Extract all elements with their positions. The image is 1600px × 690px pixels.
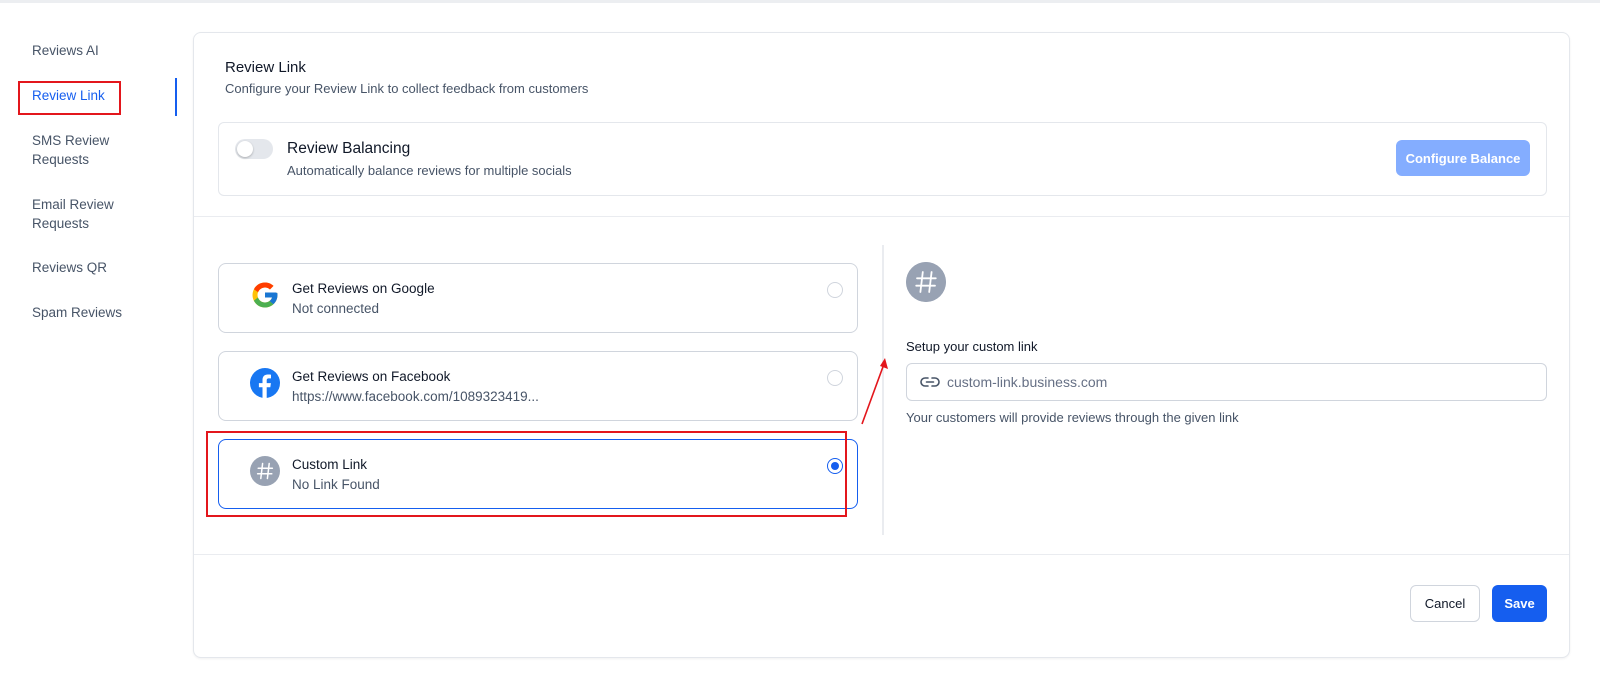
sidebar-item-reviews-ai[interactable]: Reviews AI [32,41,152,60]
option-custom-link-radio[interactable] [827,458,843,474]
custom-link-label: Setup your custom link [906,339,1038,354]
review-balancing-subtitle: Automatically balance reviews for multip… [287,163,572,178]
sidebar-active-indicator [175,78,177,116]
page-subtitle: Configure your Review Link to collect fe… [225,81,589,96]
option-custom-link[interactable]: Custom Link No Link Found [218,439,858,509]
column-divider [882,245,884,535]
option-subtitle: Not connected [292,301,380,316]
custom-link-input[interactable] [947,364,1537,400]
sidebar-item-reviews-qr[interactable]: Reviews QR [32,258,152,277]
review-balancing-toggle[interactable] [235,139,273,159]
google-icon [252,282,278,308]
custom-link-field [906,363,1547,401]
link-icon [920,377,940,387]
option-facebook[interactable]: Get Reviews on Facebook https://www.face… [218,351,858,421]
page-title: Review Link [225,59,306,76]
sidebar-item-email-review-requests[interactable]: Email Review Requests [32,195,127,233]
review-balancing-title: Review Balancing [287,140,411,157]
settings-sidebar: Reviews AI Review Link SMS Review Reques… [0,30,178,350]
sidebar-item-spam-reviews[interactable]: Spam Reviews [32,303,152,322]
hash-icon [906,262,946,302]
custom-link-help-text: Your customers will provide reviews thro… [906,410,1239,425]
toggle-knob [237,141,253,157]
sidebar-item-sms-review-requests[interactable]: SMS Review Requests [32,131,127,169]
review-link-card: Review Link Configure your Review Link t… [193,32,1570,658]
option-google[interactable]: Get Reviews on Google Not connected [218,263,858,333]
option-subtitle: https://www.facebook.com/1089323419... [292,389,539,404]
configure-balance-button[interactable]: Configure Balance [1396,140,1530,176]
option-title: Custom Link [292,457,368,472]
option-subtitle: No Link Found [292,477,380,492]
footer-divider [194,554,1569,555]
sidebar-item-review-link[interactable]: Review Link [32,86,152,105]
option-title: Get Reviews on Google [292,281,435,296]
save-button[interactable]: Save [1492,585,1547,622]
hash-icon [250,456,280,486]
cancel-button[interactable]: Cancel [1410,585,1480,622]
facebook-icon [250,368,280,398]
top-border [0,0,1600,3]
option-facebook-radio[interactable] [827,370,843,386]
review-balancing-panel: Review Balancing Automatically balance r… [218,122,1547,196]
option-title: Get Reviews on Facebook [292,369,451,384]
section-divider [194,216,1569,217]
option-google-radio[interactable] [827,282,843,298]
